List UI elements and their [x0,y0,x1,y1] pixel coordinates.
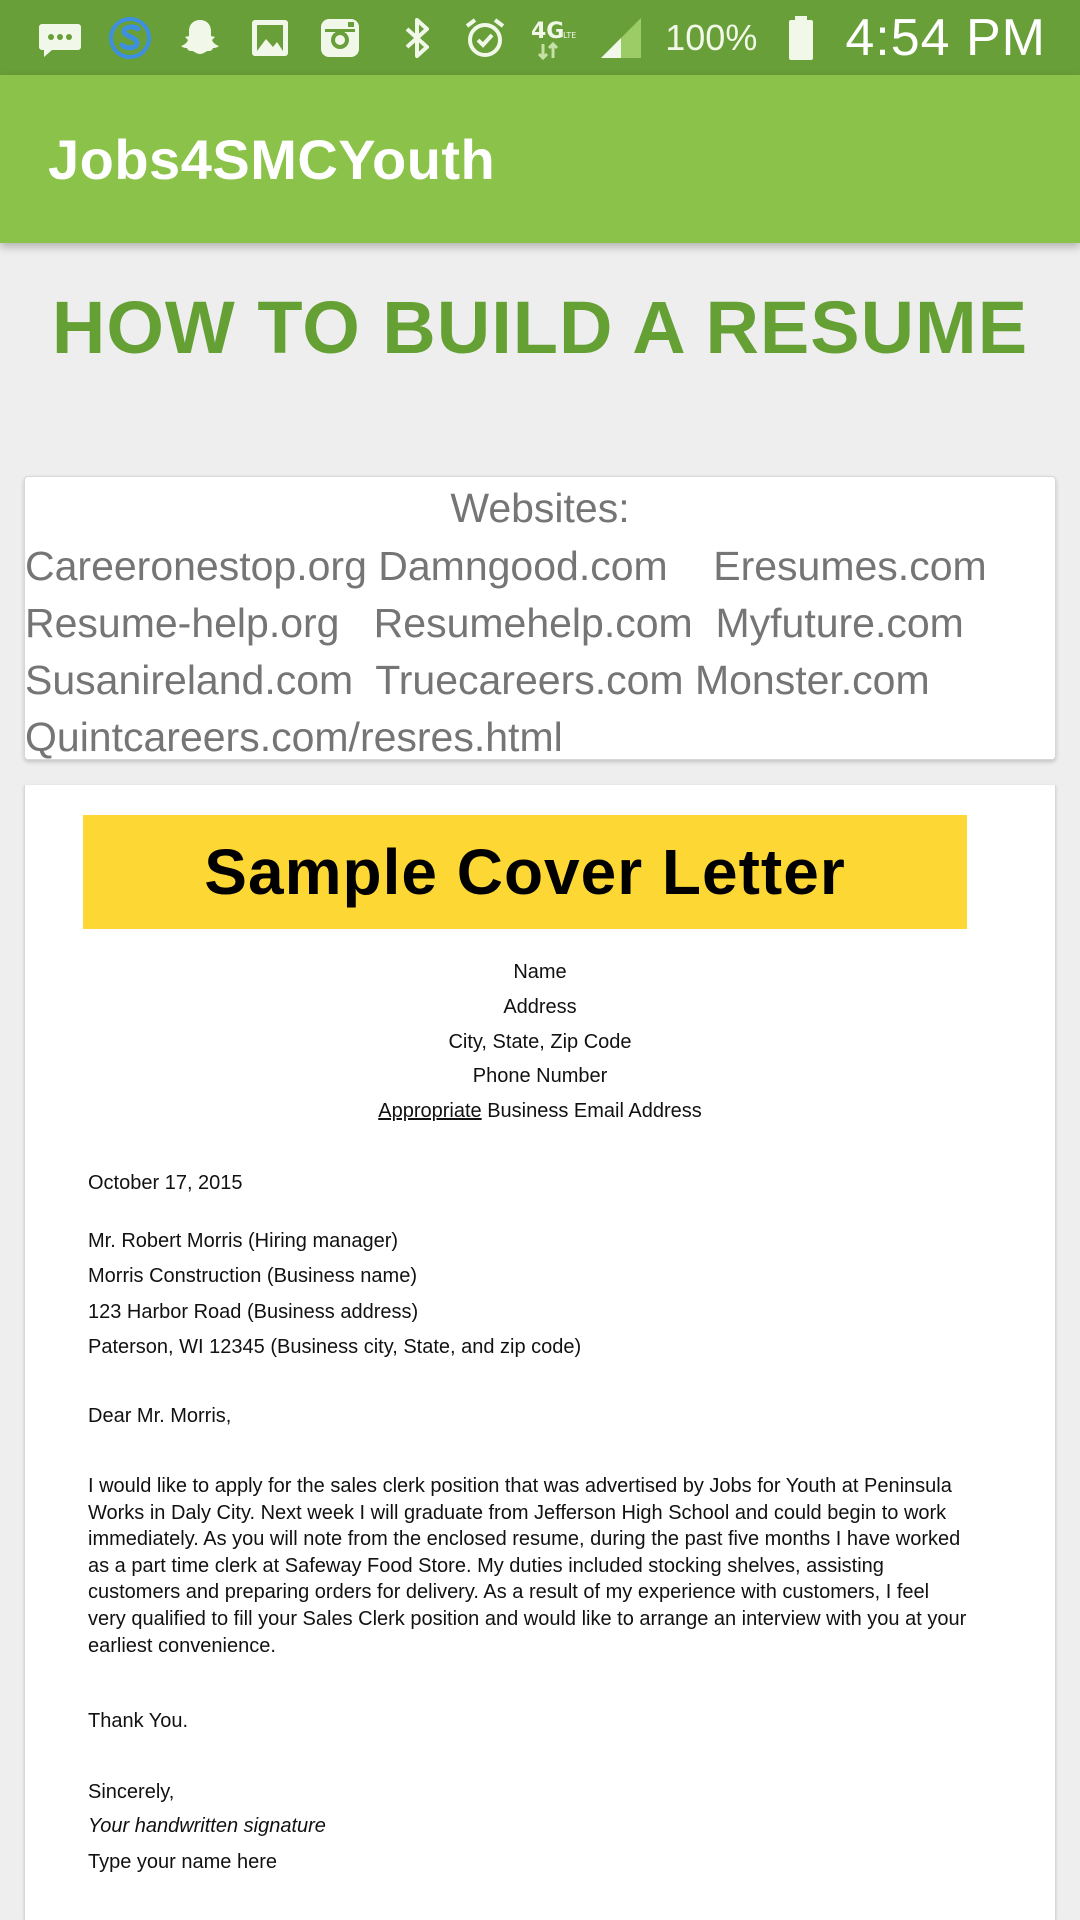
recipient-line-4: Paterson, WI 12345 (Business city, State… [88,1336,582,1358]
svg-text:LTE: LTE [563,31,576,40]
clock: 4:54 PM [845,8,1046,67]
message-icon [36,14,84,62]
websites-card: Websites: Careeronestop.org Damngood.com… [24,476,1056,760]
system-icons: 4G LTE 100% 4:54 PM [393,8,1080,68]
signal-icon [597,14,645,62]
letter-email-line: Appropriate Business Email Address [25,1100,1055,1123]
letter-name: Name [513,961,567,983]
email-rest: Business Email Address [481,1100,702,1122]
notification-icons [0,14,364,62]
letter-typed-name: Type your name here [88,1851,277,1873]
recipient-line-2: Morris Construction (Business name) [88,1265,417,1287]
sync-app-icon [106,14,154,62]
status-bar: 4G LTE 100% 4:54 PM [0,0,1080,75]
network-4g-lte-icon: 4G LTE [529,14,577,62]
websites-heading: Websites: [450,485,630,531]
banner-title: Sample Cover Letter [204,836,846,908]
app-bar: Jobs4SMCYouth [0,75,1080,243]
letter-address: Address [503,996,577,1018]
letter-phone: Phone Number [472,1065,608,1087]
svg-text:4G: 4G [531,19,564,44]
letter-salutation: Dear Mr. Morris, [88,1405,232,1427]
letter-date: October 17, 2015 [88,1172,243,1194]
battery-icon [777,14,825,62]
letter-body: I would like to apply for the sales cler… [88,1475,967,1657]
snapchat-icon [176,14,224,62]
bluetooth-icon [393,14,441,62]
websites-line-3: Susanireland.com Truecareers.com Monster… [25,657,930,703]
email-underlined-word: Appropriate [378,1100,482,1122]
websites-line-1: Careeronestop.org Damngood.com Eresumes.… [25,543,987,589]
letter-city-state-zip: City, State, Zip Code [448,1031,632,1053]
battery-percentage: 100% [665,16,758,58]
app-title: Jobs4SMCYouth [48,127,496,191]
websites-line-4: Quintcareers.com/resres.html [25,714,563,760]
cover-letter-image: Sample Cover Letter Name Address City, S… [24,785,1056,1920]
page-title: HOW TO BUILD A RESUME [51,286,1029,369]
letter-signature: Your handwritten signature [88,1815,326,1837]
websites-line-2: Resume-help.org Resumehelp.com Myfuture.… [25,600,964,646]
gallery-icon [246,14,294,62]
letter-closing: Sincerely, [88,1781,175,1803]
recipient-line-3: 123 Harbor Road (Business address) [88,1301,419,1323]
cover-letter-banner: Sample Cover Letter [83,815,967,929]
alarm-icon [461,14,509,62]
recipient-line-1: Mr. Robert Morris (Hiring manager) [88,1230,399,1252]
instagram-icon [316,14,364,62]
letter-thanks: Thank You. [88,1710,189,1732]
